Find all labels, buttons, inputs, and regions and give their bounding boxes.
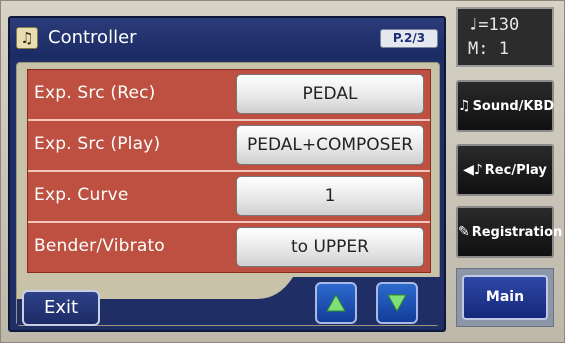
exit-button[interactable]: Exit <box>22 290 100 326</box>
page-up-button[interactable] <box>315 282 357 324</box>
arrow-down-icon <box>387 294 407 313</box>
sound-kbd-button[interactable]: ♫ Sound/KBD <box>456 80 554 132</box>
registration-button[interactable]: ✎ Registration <box>456 206 562 258</box>
setting-row-bender-vibrato: Bender/Vibrato to UPPER <box>28 223 430 272</box>
setting-row-exp-src-play: Exp. Src (Play) PEDAL+COMPOSER <box>28 121 430 170</box>
exp-src-rec-value-button[interactable]: PEDAL <box>236 74 424 114</box>
music-note-icon: ♫ <box>16 27 38 49</box>
page-indicator: P.2/3 <box>380 29 438 48</box>
rec-play-button[interactable]: ◀♪ Rec/Play <box>456 144 554 196</box>
tempo-display: ♩=130 M: 1 <box>456 7 554 67</box>
setting-label: Bender/Vibrato <box>34 236 165 256</box>
arrow-up-icon <box>326 293 346 312</box>
title-bar: ♫ Controller P.2/3 <box>10 18 444 58</box>
setting-row-exp-src-rec: Exp. Src (Rec) PEDAL <box>28 70 430 119</box>
exp-curve-value-button[interactable]: 1 <box>236 176 424 216</box>
measure-value: M: 1 <box>468 39 509 59</box>
music-note-icon: ♫ <box>458 98 471 114</box>
setting-label: Exp. Curve <box>34 185 129 205</box>
speaker-icon: ◀♪ <box>463 162 483 178</box>
page-down-button[interactable] <box>376 282 418 324</box>
registration-label: Registration <box>471 225 563 240</box>
settings-list: Exp. Src (Rec) PEDAL Exp. Src (Play) PED… <box>27 69 431 273</box>
setting-label: Exp. Src (Rec) <box>34 83 156 103</box>
setting-row-exp-curve: Exp. Curve 1 <box>28 172 430 221</box>
setting-label: Exp. Src (Play) <box>34 134 161 154</box>
main-button[interactable]: Main <box>462 275 548 320</box>
controller-panel: ♫ Controller P.2/3 Exp. Src (Rec) PEDAL … <box>8 16 446 332</box>
rec-play-label: Rec/Play <box>484 163 547 178</box>
exp-src-play-value-button[interactable]: PEDAL+COMPOSER <box>236 125 424 165</box>
registration-icon: ✎ <box>458 224 470 240</box>
tempo-value: ♩=130 <box>468 15 520 35</box>
page-title: Controller <box>48 27 137 48</box>
sound-kbd-label: Sound/KBD <box>472 99 555 114</box>
bender-vibrato-value-button[interactable]: to UPPER <box>236 227 424 267</box>
